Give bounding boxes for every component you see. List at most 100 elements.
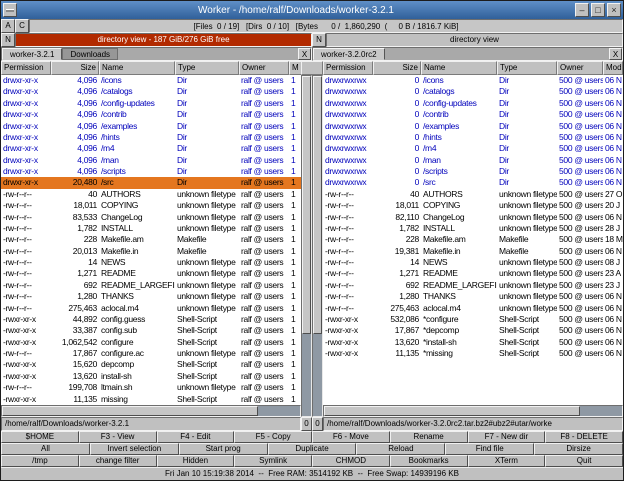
file-row[interactable]: drwxrwxrwx 0 /icons Dir 500 @ users 06 N [323, 75, 623, 86]
file-row[interactable]: -rw-r--r-- 1,271 README unknown filetype… [323, 268, 623, 279]
file-row[interactable]: -rw-r--r-- 40 AUTHORS unknown filetype 5… [323, 189, 623, 200]
column-header-size[interactable]: Size [51, 61, 99, 75]
minimize-button[interactable]: – [575, 3, 589, 17]
command-button[interactable]: Rename [390, 431, 468, 443]
maximize-button[interactable]: □ [591, 3, 605, 17]
column-header-owner[interactable]: Owner [557, 61, 603, 75]
column-header-size[interactable]: Size [373, 61, 421, 75]
column-header-owner[interactable]: Owner [239, 61, 289, 75]
file-row[interactable]: -rw-r--r-- 18,011 COPYING unknown filety… [1, 200, 301, 211]
file-row[interactable]: -rwxr-xr-x 44,892 config.guess Shell-Scr… [1, 314, 301, 325]
command-button[interactable]: /tmp [1, 455, 79, 467]
column-header-type[interactable]: Type [497, 61, 557, 75]
command-button[interactable]: Bookmarks [390, 455, 468, 467]
file-row[interactable]: -rw-r--r-- 228 Makefile.am Makefile ralf… [1, 234, 301, 245]
right-horizontal-scrollbar[interactable] [323, 405, 623, 417]
window-menu-icon[interactable] [3, 3, 17, 17]
file-row[interactable]: drwxr-xr-x 4,096 /config-updates Dir ral… [1, 98, 301, 109]
tab[interactable]: worker-3.2.0rc2 [313, 48, 385, 60]
left-vertical-scrollbar[interactable] [301, 75, 312, 417]
command-button[interactable]: Hidden [157, 455, 235, 467]
file-row[interactable]: -rwxr-xr-x 11,135 missing Shell-Script r… [1, 394, 301, 405]
file-row[interactable]: -rw-r--r-- 17,867 configure.ac unknown f… [1, 348, 301, 359]
file-row[interactable]: drwxrwxrwx 0 /man Dir 500 @ users 06 N [323, 155, 623, 166]
file-row[interactable]: -rwxr-xr-x 17,867 *depcomp Shell-Script … [323, 325, 623, 336]
tab[interactable]: worker-3.2.1 [2, 48, 62, 60]
file-row[interactable]: drwxr-xr-x 20,480 /src Dir ralf @ users … [1, 177, 301, 188]
command-button[interactable]: Quit [545, 455, 623, 467]
command-button[interactable]: Duplicate [268, 443, 357, 455]
column-header-name[interactable]: Name [421, 61, 497, 75]
column-header-name[interactable]: Name [99, 61, 175, 75]
column-header-modified[interactable]: Modif [603, 61, 623, 75]
command-button[interactable]: F8 - DELETE [545, 431, 623, 443]
file-row[interactable]: -rw-r--r-- 1,782 INSTALL unknown filetyp… [323, 223, 623, 234]
file-row[interactable]: -rw-r--r-- 1,280 THANKS unknown filetype… [1, 291, 301, 302]
command-button[interactable]: F3 - View [79, 431, 157, 443]
command-button[interactable]: Symlink [234, 455, 312, 467]
command-button[interactable]: $HOME [1, 431, 79, 443]
left-horizontal-scrollbar-thumb[interactable] [2, 406, 258, 416]
file-row[interactable]: drwxrwxrwx 0 /hints Dir 500 @ users 06 N [323, 132, 623, 143]
command-button[interactable]: Invert selection [90, 443, 179, 455]
column-header-permission[interactable]: Permission [323, 61, 373, 75]
file-row[interactable]: -rwxr-xr-x 11,135 *missing Shell-Script … [323, 348, 623, 359]
tab[interactable]: Downloads [62, 48, 118, 60]
file-row[interactable]: drwxr-xr-x 4,096 /catalogs Dir ralf @ us… [1, 86, 301, 97]
file-row[interactable]: drwxr-xr-x 4,096 /hints Dir ralf @ users… [1, 132, 301, 143]
right-vertical-scrollbar-thumb[interactable] [313, 76, 322, 334]
file-row[interactable]: drwxrwxrwx 0 /examples Dir 500 @ users 0… [323, 121, 623, 132]
file-row[interactable]: drwxrwxrwx 0 /catalogs Dir 500 @ users 0… [323, 86, 623, 97]
file-row[interactable]: -rw-r--r-- 1,280 THANKS unknown filetype… [323, 291, 623, 302]
file-row[interactable]: -rw-r--r-- 18,011 COPYING unknown filety… [323, 200, 623, 211]
command-button[interactable]: Find file [445, 443, 534, 455]
right-horizontal-scrollbar-thumb[interactable] [324, 406, 580, 416]
command-button[interactable]: XTerm [468, 455, 546, 467]
command-button[interactable]: Reload [356, 443, 445, 455]
file-row[interactable]: drwxr-xr-x 4,096 /icons Dir ralf @ users… [1, 75, 301, 86]
file-row[interactable]: drwxr-xr-x 4,096 /scripts Dir ralf @ use… [1, 166, 301, 177]
command-button[interactable]: F7 - New dir [468, 431, 546, 443]
column-header-type[interactable]: Type [175, 61, 239, 75]
file-row[interactable]: -rw-r--r-- 14 NEWS unknown filetype 500 … [323, 257, 623, 268]
command-button[interactable]: CHMOD [312, 455, 390, 467]
select-all-button[interactable]: A [1, 19, 15, 33]
file-row[interactable]: -rwxr-xr-x 15,620 depcomp Shell-Script r… [1, 359, 301, 370]
left-mode-button[interactable]: N [1, 33, 15, 47]
file-row[interactable]: -rw-r--r-- 1,271 README unknown filetype… [1, 268, 301, 279]
command-button[interactable]: F4 - Edit [157, 431, 235, 443]
file-row[interactable]: drwxrwxrwx 0 /scripts Dir 500 @ users 06… [323, 166, 623, 177]
right-vertical-scrollbar[interactable] [312, 75, 323, 417]
left-vertical-scrollbar-thumb[interactable] [302, 76, 311, 334]
file-row[interactable]: drwxr-xr-x 4,096 /contrib Dir ralf @ use… [1, 109, 301, 120]
command-button[interactable]: change filter [79, 455, 157, 467]
file-row[interactable]: -rwxr-xr-x 532,086 *configure Shell-Scri… [323, 314, 623, 325]
left-tab-close-button[interactable]: X [298, 48, 311, 60]
file-row[interactable]: drwxrwxrwx 0 /src Dir 500 @ users 06 N [323, 177, 623, 188]
file-row[interactable]: drwxrwxrwx 0 /config-updates Dir 500 @ u… [323, 98, 623, 109]
right-scroll-position-button[interactable]: 0 [312, 417, 323, 431]
right-mode-button[interactable]: N [312, 33, 326, 47]
left-horizontal-scrollbar[interactable] [1, 405, 301, 417]
file-row[interactable]: -rwxr-xr-x 13,620 install-sh Shell-Scrip… [1, 371, 301, 382]
file-row[interactable]: -rw-r--r-- 692 README_LARGEFILES unknown… [1, 280, 301, 291]
file-row[interactable]: -rwxr-xr-x 13,620 *install-sh Shell-Scri… [323, 337, 623, 348]
right-tab-close-button[interactable]: X [609, 48, 622, 60]
file-row[interactable]: drwxrwxrwx 0 /contrib Dir 500 @ users 06… [323, 109, 623, 120]
file-row[interactable]: -rw-r--r-- 199,708 ltmain.sh unknown fil… [1, 382, 301, 393]
file-row[interactable]: -rw-r--r-- 275,463 aclocal.m4 unknown fi… [323, 303, 623, 314]
close-button[interactable]: × [607, 3, 621, 17]
right-path-bar[interactable]: /home/ralf/Downloads/worker-3.2.0rc2.tar… [323, 417, 623, 431]
file-row[interactable]: drwxr-xr-x 4,096 /examples Dir ralf @ us… [1, 121, 301, 132]
file-row[interactable]: -rw-r--r-- 19,381 Makefile.in Makefile 5… [323, 246, 623, 257]
command-button[interactable]: All [1, 443, 90, 455]
command-button[interactable]: Dirsize [534, 443, 623, 455]
command-button[interactable]: F5 - Copy [234, 431, 312, 443]
file-row[interactable]: -rw-r--r-- 20,013 Makefile.in Makefile r… [1, 246, 301, 257]
file-row[interactable]: drwxrwxrwx 0 /m4 Dir 500 @ users 06 N [323, 143, 623, 154]
file-row[interactable]: -rwxr-xr-x 33,387 config.sub Shell-Scrip… [1, 325, 301, 336]
file-row[interactable]: -rw-r--r-- 1,782 INSTALL unknown filetyp… [1, 223, 301, 234]
column-header-permission[interactable]: Permission [1, 61, 51, 75]
file-row[interactable]: -rw-r--r-- 228 Makefile.am Makefile 500 … [323, 234, 623, 245]
clear-selection-button[interactable]: C [15, 19, 29, 33]
